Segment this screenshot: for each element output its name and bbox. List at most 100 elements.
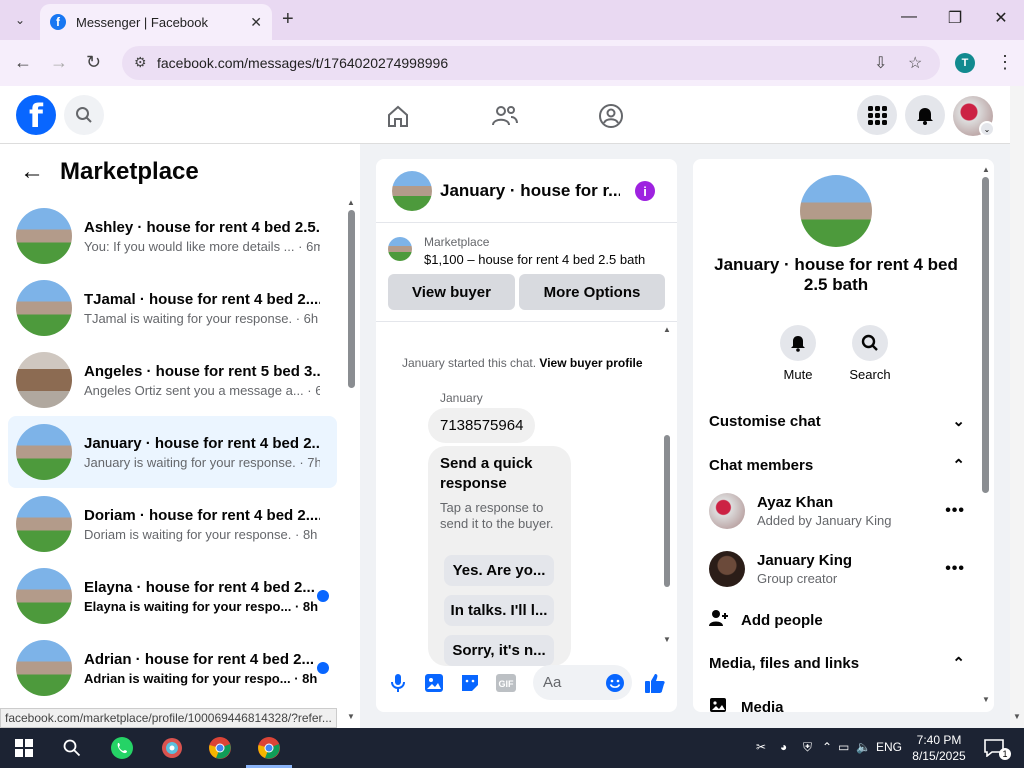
chat-members-label: Chat members xyxy=(709,456,814,474)
chat-list-item[interactable]: TJamal · house for rent 4 bed 2.... TJama… xyxy=(8,272,337,344)
url-text: facebook.com/messages/t/1764020274998996 xyxy=(157,55,449,71)
scroll-up-icon[interactable]: ▲ xyxy=(663,325,671,334)
network-icon[interactable]: ▭ xyxy=(838,740,849,754)
chat-time: · 6h xyxy=(307,383,320,398)
more-options-icon[interactable]: ••• xyxy=(945,560,965,578)
mute-button[interactable]: Mute xyxy=(768,325,828,382)
chat-list-item[interactable]: Elayna · house for rent 4 bed 2... Elayna… xyxy=(8,560,337,632)
media-files-links-row[interactable]: Media, files and links ⌃ xyxy=(709,654,965,673)
quick-response-option[interactable]: Yes. Are yo... xyxy=(444,555,554,586)
scrollbar-thumb[interactable] xyxy=(348,210,355,388)
media-row[interactable]: Media xyxy=(709,697,965,712)
menu-grid-icon[interactable] xyxy=(857,95,897,135)
microphone-icon[interactable] xyxy=(386,671,410,695)
emoji-icon[interactable] xyxy=(603,671,627,695)
install-app-icon[interactable]: ⇩ xyxy=(874,53,887,73)
tab-messenger[interactable]: f Messenger | Facebook ✕ xyxy=(40,4,272,40)
gif-icon[interactable]: GIF xyxy=(494,671,518,695)
whatsapp-icon[interactable] xyxy=(110,736,134,760)
chat-list-item[interactable]: Doriam · house for rent 4 bed 2.... Doria… xyxy=(8,488,337,560)
reload-icon[interactable]: ↻ xyxy=(86,52,101,73)
listing-thumbnail xyxy=(16,640,72,696)
chat-preview: Elayna is waiting for your respo... · 8h xyxy=(84,599,320,614)
security-shield-icon[interactable]: ⛨ xyxy=(803,740,812,755)
add-people-row[interactable]: Add people xyxy=(709,609,965,631)
member-subtitle: Group creator xyxy=(757,571,838,586)
member-row[interactable]: Ayaz Khan Added by January King ••• xyxy=(709,493,965,529)
app-icon[interactable] xyxy=(160,736,184,760)
more-options-icon[interactable]: ••• xyxy=(945,502,965,520)
scroll-down-icon[interactable]: ▼ xyxy=(347,712,355,721)
chrome-profile-icon[interactable] xyxy=(257,736,281,760)
profile-avatar[interactable]: T xyxy=(955,53,975,73)
chat-list-item[interactable]: Adrian · house for rent 4 bed 2... Adrian… xyxy=(8,632,337,704)
photo-icon[interactable] xyxy=(422,671,446,695)
conversation-header[interactable]: January · house for r... i xyxy=(376,159,677,223)
info-pane-scrollbar[interactable]: ▲ ▼ xyxy=(982,165,990,705)
tray-color-icon[interactable]: ◕ xyxy=(780,740,787,754)
chat-list-pane: ← Marketplace Ashley · house for rent 4 … xyxy=(0,144,360,728)
new-tab-button[interactable]: + xyxy=(282,8,294,31)
scroll-down-icon[interactable]: ▼ xyxy=(982,695,990,704)
back-arrow-icon[interactable]: ← xyxy=(20,158,44,186)
chat-list-scrollbar[interactable]: ▲ ▼ xyxy=(347,198,355,728)
chat-members-row[interactable]: Chat members ⌃ xyxy=(709,456,965,475)
chat-list-item[interactable]: Angeles · house for rent 5 bed 3... Angel… xyxy=(8,344,337,416)
view-buyer-button[interactable]: View buyer xyxy=(388,274,515,310)
search-icon[interactable] xyxy=(64,95,104,135)
notifications-bell-icon[interactable] xyxy=(905,95,945,135)
facebook-favicon-icon: f xyxy=(50,14,66,30)
scroll-down-icon[interactable]: ▼ xyxy=(1013,712,1021,721)
more-options-button[interactable]: More Options xyxy=(519,274,665,310)
windows-start-icon[interactable] xyxy=(12,736,36,760)
quick-response-option[interactable]: In talks. I'll l... xyxy=(444,595,554,626)
chat-preview: January is waiting for your response. · … xyxy=(84,455,320,470)
minimize-button[interactable]: — xyxy=(894,8,924,26)
customise-chat-row[interactable]: Customise chat ⌄ xyxy=(709,412,965,431)
friends-icon[interactable] xyxy=(489,100,521,132)
page-scrollbar[interactable]: ▼ xyxy=(1010,86,1024,728)
scrollbar-thumb[interactable] xyxy=(664,435,670,587)
sticker-icon[interactable] xyxy=(458,671,482,695)
account-chevron-down-icon[interactable]: ⌄ xyxy=(979,121,995,137)
chrome-icon[interactable] xyxy=(208,736,232,760)
browser-menu-icon[interactable]: ⋮ xyxy=(996,52,1014,73)
scroll-up-icon[interactable]: ▲ xyxy=(347,198,355,207)
site-info-icon[interactable]: ⚙ xyxy=(134,54,147,71)
tab-close-icon[interactable]: ✕ xyxy=(250,14,262,31)
member-name: Ayaz Khan xyxy=(757,494,834,511)
like-thumbs-up-icon[interactable] xyxy=(643,671,667,695)
home-icon[interactable] xyxy=(382,100,414,132)
language-indicator[interactable]: ENG xyxy=(876,740,902,754)
scroll-up-icon[interactable]: ▲ xyxy=(982,165,990,174)
address-bar[interactable]: ⚙ facebook.com/messages/t/17640202749989… xyxy=(122,46,940,80)
conversation-scrollbar[interactable]: ▲ ▼ xyxy=(663,325,671,647)
tray-app-icon[interactable]: ✂ xyxy=(756,740,766,754)
back-arrow-icon[interactable]: ← xyxy=(14,52,32,73)
listing-summary[interactable]: Marketplace $1,100 – house for rent 4 be… xyxy=(388,235,645,267)
tab-search-dropdown[interactable]: ⌄ xyxy=(6,8,34,32)
forward-arrow-icon[interactable]: → xyxy=(50,52,68,73)
info-icon[interactable]: i xyxy=(635,181,655,201)
groups-icon[interactable] xyxy=(595,100,627,132)
chat-list-item[interactable]: Ashley · house for rent 4 bed 2.5... You:… xyxy=(8,200,337,272)
close-window-button[interactable]: ✕ xyxy=(986,8,1016,28)
view-buyer-profile-link[interactable]: View buyer profile xyxy=(539,356,642,370)
volume-icon[interactable]: 🔈 xyxy=(856,740,871,754)
listing-photo xyxy=(800,175,872,247)
bookmark-star-icon[interactable]: ☆ xyxy=(908,53,922,73)
taskbar-search-icon[interactable] xyxy=(60,736,84,760)
tray-chevron-icon[interactable]: ⌃ xyxy=(822,740,832,754)
maximize-button[interactable]: ❐ xyxy=(940,8,970,28)
facebook-logo-icon[interactable]: f xyxy=(16,95,56,135)
scroll-down-icon[interactable]: ▼ xyxy=(663,635,671,644)
chat-list-item[interactable]: January · house for rent 4 bed 2.... Janu… xyxy=(8,416,337,488)
member-row[interactable]: January King Group creator ••• xyxy=(709,551,965,587)
chat-time-value: 7h xyxy=(307,454,320,470)
quick-response-card: Send a quick response Tap a response to … xyxy=(428,446,571,666)
message-bubble[interactable]: 7138575964 xyxy=(428,408,536,443)
search-button[interactable]: Search xyxy=(840,325,900,382)
clock[interactable]: 7:40 PM 8/15/2025 xyxy=(906,732,972,764)
facebook-header: f ⌄ xyxy=(0,86,1010,144)
scrollbar-thumb[interactable] xyxy=(982,177,989,493)
